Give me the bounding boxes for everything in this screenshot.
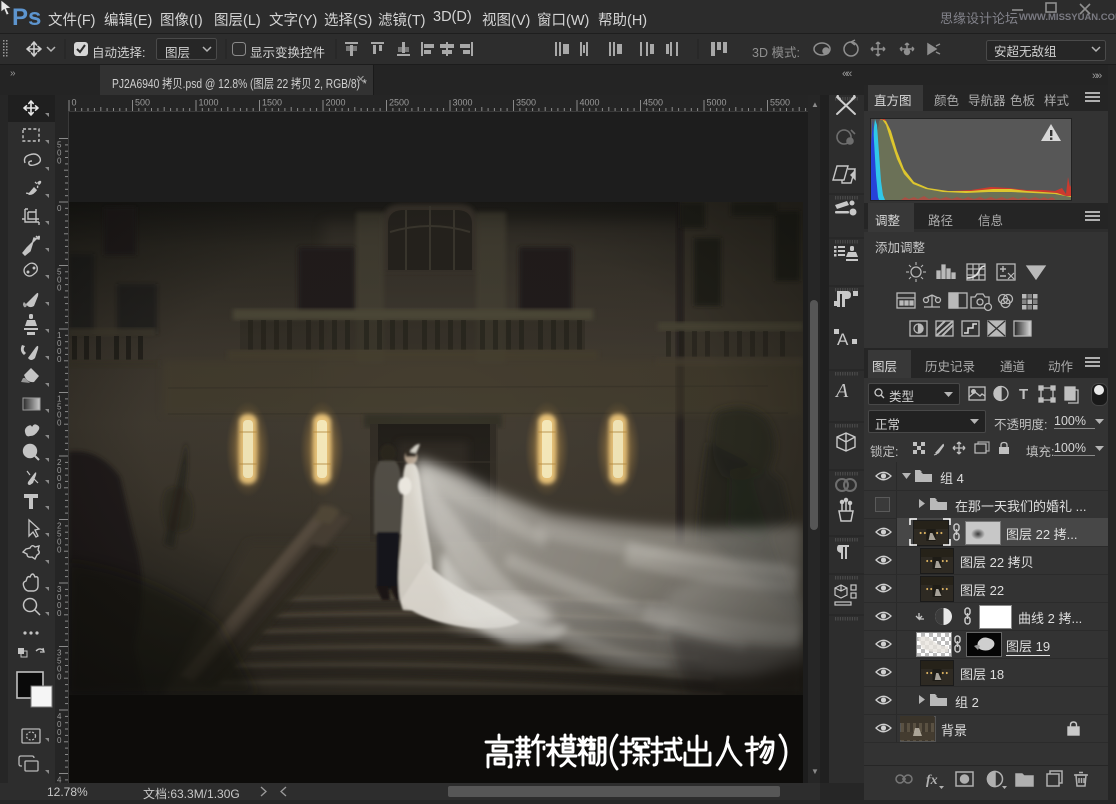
svg-text:0: 0 xyxy=(57,355,62,364)
svg-text:4500: 4500 xyxy=(643,98,663,108)
svg-text:0: 0 xyxy=(57,609,62,618)
svg-text:T: T xyxy=(1019,386,1028,403)
svg-text:1500: 1500 xyxy=(262,98,282,108)
svg-text:5500: 5500 xyxy=(770,98,790,108)
svg-text:4: 4 xyxy=(57,776,62,784)
svg-text:0: 0 xyxy=(57,204,62,213)
svg-text:1000: 1000 xyxy=(199,98,219,108)
svg-text:0: 0 xyxy=(72,98,77,108)
svg-text:4000: 4000 xyxy=(580,98,600,108)
svg-text:0: 0 xyxy=(57,284,62,293)
svg-text:2500: 2500 xyxy=(389,98,409,108)
svg-text:0: 0 xyxy=(57,736,62,745)
svg-text:3000: 3000 xyxy=(453,98,473,108)
svg-text:5000: 5000 xyxy=(707,98,727,108)
svg-text:0: 0 xyxy=(57,157,62,166)
svg-text:fx: fx xyxy=(926,773,938,788)
svg-text:500: 500 xyxy=(135,98,150,108)
svg-text:0: 0 xyxy=(57,419,62,428)
svg-text:0: 0 xyxy=(57,482,62,491)
svg-text:0: 0 xyxy=(57,546,62,555)
svg-text:A: A xyxy=(834,380,849,402)
svg-text:2000: 2000 xyxy=(326,98,346,108)
svg-text:3500: 3500 xyxy=(516,98,536,108)
svg-text:0: 0 xyxy=(57,673,62,682)
